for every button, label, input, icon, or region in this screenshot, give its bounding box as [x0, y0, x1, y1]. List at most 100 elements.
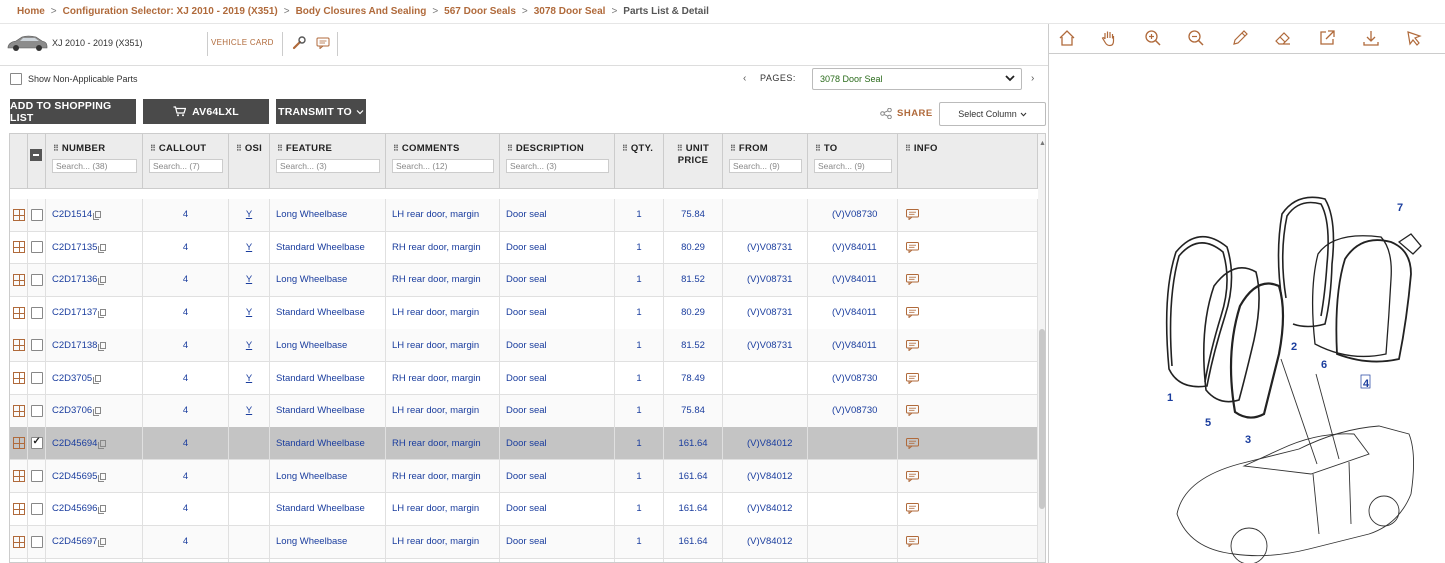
pointer-icon[interactable] [1404, 28, 1424, 48]
download-icon[interactable] [1361, 28, 1381, 48]
drag-handle-icon[interactable]: ⠿ [53, 144, 59, 153]
row-checkbox[interactable] [30, 436, 43, 450]
copy-icon[interactable] [93, 407, 102, 417]
table-row[interactable]: C2D45697 4 Long Wheelbase LH rear door, mar… [10, 525, 1038, 559]
search-description-input[interactable]: Search... (3) [506, 159, 609, 173]
breadcrumb-door-seals[interactable]: 567 Door Seals [444, 6, 516, 17]
column-title-qty[interactable]: ⠿ QTY. [622, 143, 653, 155]
copy-icon[interactable] [98, 472, 107, 482]
part-number-link[interactable]: C2D17138 [52, 340, 97, 351]
copy-icon[interactable] [93, 211, 102, 220]
breadcrumb-configuration-selector[interactable]: Configuration Selector: XJ 2010 - 2019 (… [63, 6, 278, 17]
info-comment-icon[interactable] [906, 536, 919, 547]
drag-handle-icon[interactable]: ⠿ [150, 144, 156, 153]
info-comment-icon[interactable] [906, 274, 919, 286]
pencil-icon[interactable] [1230, 28, 1250, 48]
value-osi[interactable]: Y [246, 242, 252, 253]
info-comment-icon[interactable] [906, 437, 919, 449]
column-title-osi[interactable]: ⠿ OSI [236, 143, 262, 155]
vertical-scrollbar[interactable]: ▲ [1038, 134, 1045, 562]
drag-handle-icon[interactable]: ⠿ [507, 144, 513, 153]
part-number-link[interactable]: C2D3706 [52, 405, 92, 416]
search-comments-input[interactable]: Search... (12) [392, 159, 494, 173]
select-all-checkbox[interactable] [30, 149, 42, 161]
row-checkbox[interactable] [30, 372, 43, 384]
expand-row-icon[interactable] [12, 470, 25, 483]
value-osi[interactable]: Y [246, 340, 252, 351]
value-osi[interactable]: Y [246, 307, 252, 318]
expand-row-icon[interactable] [12, 241, 25, 254]
door-seal-diagram[interactable]: 1 2 3 4 5 6 7 [1049, 54, 1445, 563]
info-comment-icon[interactable] [906, 372, 919, 384]
row-checkbox[interactable] [30, 273, 43, 286]
row-checkbox[interactable] [30, 502, 43, 515]
table-row[interactable]: C2D45694 4 Standard Wheelbase RH rear door,… [10, 427, 1038, 461]
column-title-comments[interactable]: ⠿ COMMENTS [393, 143, 460, 155]
add-to-shopping-list-button[interactable]: ADD TO SHOPPING LIST [10, 99, 136, 124]
part-number-link[interactable]: C2D45697 [52, 536, 97, 547]
copy-icon[interactable] [98, 309, 107, 319]
row-checkbox[interactable] [30, 404, 43, 417]
drag-handle-icon[interactable]: ⠿ [236, 144, 242, 153]
part-number-link[interactable]: C2D17135 [52, 242, 97, 253]
callout-5[interactable]: 5 [1205, 417, 1211, 429]
table-row[interactable]: C2D17136 4 Y Long Wheelbase RH rear door, ma… [10, 263, 1038, 297]
info-comment-icon[interactable] [906, 470, 919, 482]
search-from-input[interactable]: Search... (9) [729, 159, 802, 173]
callout-1[interactable]: 1 [1167, 392, 1173, 404]
drag-handle-icon[interactable]: ⠿ [393, 144, 399, 153]
breadcrumb-body-closures[interactable]: Body Closures And Sealing [296, 6, 427, 17]
info-comment-icon[interactable] [906, 339, 919, 351]
callout-2[interactable]: 2 [1291, 341, 1297, 353]
info-comment-icon[interactable] [906, 209, 919, 220]
table-row[interactable]: C2D36925Y RH front door, primaryDoor seal… [10, 558, 1038, 562]
pages-select[interactable]: 3078 Door Seal [812, 68, 1022, 90]
drag-handle-icon[interactable]: ⠿ [815, 144, 821, 153]
callout-3[interactable]: 3 [1245, 434, 1251, 446]
expand-row-icon[interactable] [12, 372, 25, 384]
row-checkbox[interactable] [30, 339, 43, 352]
breadcrumb-home[interactable]: Home [17, 6, 45, 17]
column-title-number[interactable]: ⠿ NUMBER [53, 143, 105, 155]
value-osi[interactable]: Y [246, 405, 252, 416]
show-non-applicable-toggle[interactable]: Show Non-Applicable Parts [10, 73, 138, 85]
part-number-link[interactable]: C2D17137 [52, 307, 97, 318]
drag-handle-icon[interactable]: ⠿ [677, 144, 683, 153]
part-number-link[interactable]: C2D45696 [52, 503, 97, 514]
show-non-applicable-checkbox[interactable] [10, 73, 22, 85]
pan-hand-icon[interactable] [1099, 28, 1119, 48]
copy-icon[interactable] [98, 243, 107, 253]
part-number-link[interactable]: C2D45695 [52, 471, 97, 482]
expand-row-icon[interactable] [12, 208, 25, 221]
eraser-icon[interactable] [1273, 28, 1293, 48]
expand-row-icon[interactable] [12, 404, 25, 417]
vehicle-card-link[interactable]: VEHICLE CARD [211, 38, 274, 47]
row-checkbox[interactable] [30, 241, 43, 254]
value-osi[interactable]: Y [246, 373, 252, 384]
column-title-from[interactable]: ⠿ FROM [730, 143, 768, 155]
search-callout-input[interactable]: Search... (7) [149, 159, 223, 173]
part-number-link[interactable]: C2D1514 [52, 209, 92, 220]
column-title-callout[interactable]: ⠿ CALLOUT [150, 143, 206, 155]
home-icon[interactable] [1057, 28, 1077, 48]
table-row[interactable]: C2D3706 4 Y Standard Wheelbase LH rear door,… [10, 394, 1038, 428]
drag-handle-icon[interactable]: ⠿ [905, 144, 911, 153]
table-row[interactable]: C2D3705 4 Y Standard Wheelbase RH rear door,… [10, 362, 1038, 395]
pages-prev-button[interactable]: ‹ [743, 73, 746, 84]
expand-row-icon[interactable] [12, 273, 25, 286]
drag-handle-icon[interactable]: ⠿ [622, 144, 628, 153]
column-title-description[interactable]: ⠿ DESCRIPTION [507, 143, 584, 155]
value-osi[interactable]: Y [246, 274, 252, 285]
copy-icon[interactable] [93, 374, 102, 384]
expand-row-icon[interactable] [12, 437, 25, 450]
copy-icon[interactable] [98, 538, 107, 547]
expand-row-icon[interactable] [12, 339, 25, 352]
pop-out-icon[interactable] [1317, 28, 1337, 48]
select-column-dropdown[interactable]: Select Column [939, 102, 1046, 126]
shopping-cart-button[interactable]: AV64LXL [143, 99, 269, 124]
table-row[interactable]: C2D1514 4 Y Long Wheelbase LH rear door, mar… [10, 198, 1038, 232]
transmit-to-button[interactable]: TRANSMIT TO [276, 99, 366, 124]
scroll-up-icon[interactable]: ▲ [1039, 140, 1045, 147]
info-comment-icon[interactable] [906, 307, 919, 319]
share-button[interactable]: SHARE [880, 108, 933, 119]
